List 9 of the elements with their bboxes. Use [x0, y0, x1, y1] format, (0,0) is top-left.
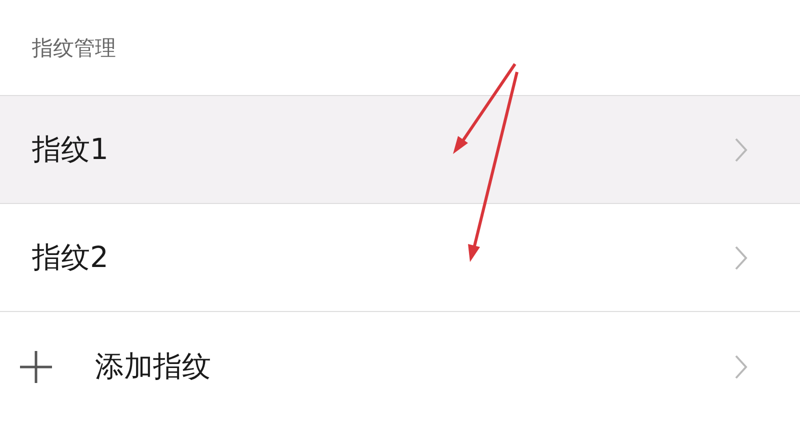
- plus-icon: [20, 350, 52, 382]
- item-label: 指纹2: [32, 238, 110, 276]
- item-label: 添加指纹: [95, 348, 212, 384]
- chevron-icon: [734, 136, 748, 162]
- chevron-icon: [734, 244, 748, 270]
- chevron-icon: [734, 354, 748, 380]
- item-label: 指纹1: [32, 130, 110, 168]
- section-title: 指纹管理: [32, 34, 116, 62]
- list-item[interactable]: 指纹1: [0, 96, 800, 204]
